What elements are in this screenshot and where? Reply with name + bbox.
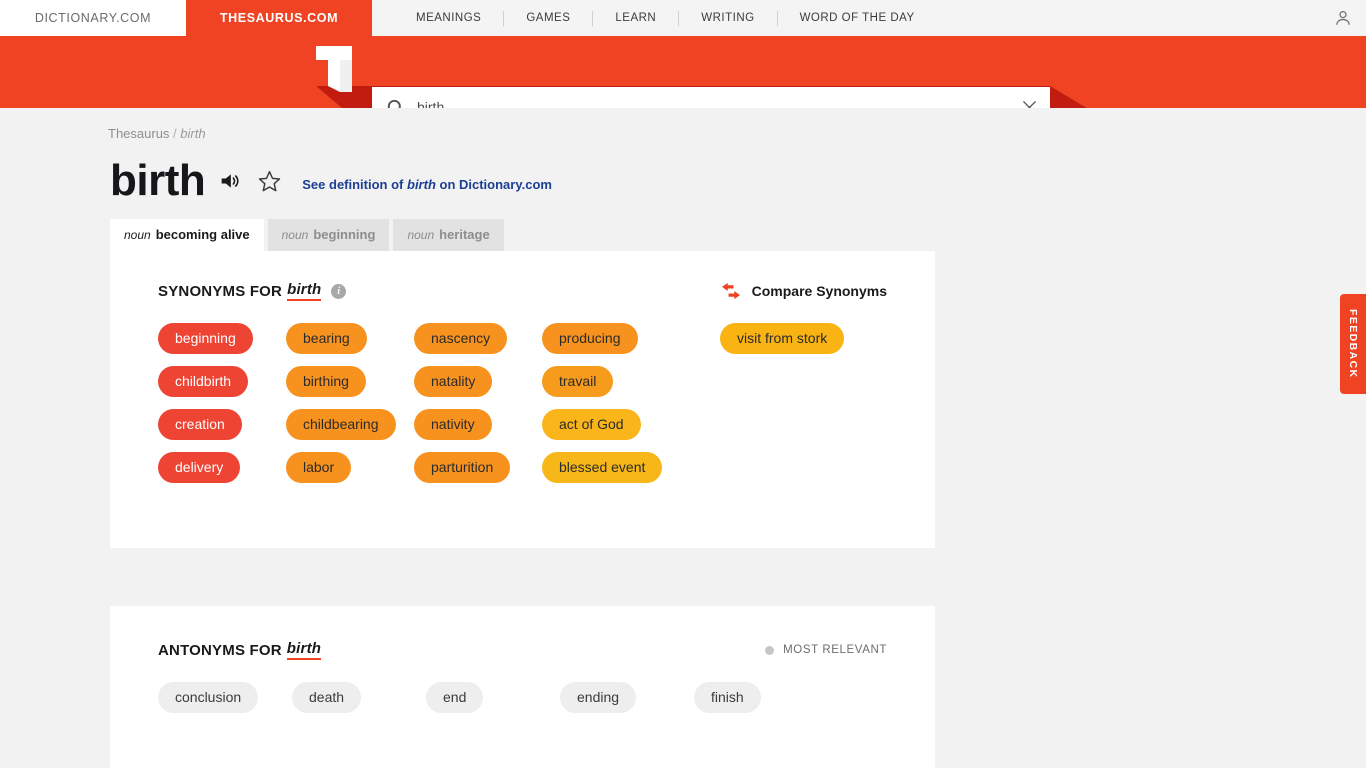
search-box[interactable] xyxy=(372,87,1050,108)
synonyms-header: SYNONYMS FOR birth i Compare Synonyms xyxy=(158,281,887,301)
most-relevant-toggle[interactable]: MOST RELEVANT xyxy=(765,644,887,656)
antonym-cell: end xyxy=(426,682,560,714)
tab-label: heritage xyxy=(439,227,490,242)
synonym-chip[interactable]: childbirth xyxy=(158,366,249,398)
info-icon[interactable]: i xyxy=(331,283,347,299)
synonyms-title: SYNONYMS FOR birth i xyxy=(158,281,347,301)
nav-link-learn[interactable]: LEARN xyxy=(593,0,678,36)
tab-pos: noun xyxy=(124,228,151,242)
synonym-chip[interactable]: travail xyxy=(542,366,614,398)
antonym-cell: finish xyxy=(694,682,828,714)
see-definition-word: birth xyxy=(407,176,436,192)
synonym-chip[interactable]: delivery xyxy=(158,452,241,484)
antonym-chip[interactable]: conclusion xyxy=(158,682,259,714)
user-account-icon[interactable] xyxy=(1320,0,1366,36)
synonym-chip[interactable]: beginning xyxy=(158,323,253,355)
compare-synonyms-button[interactable]: Compare Synonyms xyxy=(721,282,887,300)
star-icon[interactable] xyxy=(257,169,282,194)
sense-tabs: noun becoming alive noun beginning noun her… xyxy=(110,219,1366,251)
main-content: Thesaurus / birth birth See definition o… xyxy=(0,126,1366,768)
synonym-chip[interactable]: childbearing xyxy=(286,409,396,441)
antonym-chip[interactable]: end xyxy=(426,682,484,714)
breadcrumb-root[interactable]: Thesaurus xyxy=(108,126,169,141)
synonym-chip[interactable]: creation xyxy=(158,409,242,441)
antonyms-card: ANTONYMS FOR birth MOST RELEVANT conclus… xyxy=(110,606,935,768)
synonyms-title-prefix: SYNONYMS FOR xyxy=(158,282,283,300)
synonym-column-5: visit from stork xyxy=(720,323,845,483)
relevance-dot-icon xyxy=(765,645,775,655)
synonym-column-3: nascency natality nativity parturition xyxy=(414,323,542,484)
search-icon xyxy=(386,98,405,108)
synonym-chip[interactable]: nascency xyxy=(414,323,508,355)
search-input[interactable] xyxy=(417,99,1008,108)
tab-pos: noun xyxy=(407,228,435,242)
antonyms-title-word: birth xyxy=(286,640,322,660)
tab-beginning[interactable]: noun beginning xyxy=(267,219,390,251)
synonyms-title-word: birth xyxy=(287,281,322,301)
compare-arrows-icon xyxy=(721,282,741,300)
tab-pos: noun xyxy=(281,228,309,242)
synonym-chip[interactable]: labor xyxy=(286,452,352,484)
feedback-tab[interactable]: FEEDBACK xyxy=(1340,294,1366,394)
synonym-column-1: beginning childbirth creation delivery xyxy=(158,323,286,484)
speaker-icon[interactable] xyxy=(219,171,241,191)
see-definition-suffix: on Dictionary.com xyxy=(435,176,552,192)
antonyms-header: ANTONYMS FOR birth MOST RELEVANT xyxy=(158,640,887,660)
breadcrumb-separator: / xyxy=(173,126,177,141)
nav-link-games[interactable]: GAMES xyxy=(504,0,592,36)
antonym-chip[interactable]: finish xyxy=(694,682,761,714)
synonym-column-2: bearing birthing childbearing labor xyxy=(286,323,414,484)
nav-links: MEANINGS GAMES LEARN WRITING WORD OF THE… xyxy=(372,0,1320,36)
nav-link-writing[interactable]: WRITING xyxy=(679,0,776,36)
antonyms-title-prefix: ANTONYMS FOR xyxy=(158,641,282,659)
synonym-chip[interactable]: birthing xyxy=(286,366,366,398)
nav-link-word-of-the-day[interactable]: WORD OF THE DAY xyxy=(778,0,937,36)
clear-search-icon[interactable] xyxy=(1008,99,1050,108)
antonym-cell: ending xyxy=(560,682,694,714)
antonym-cell: conclusion xyxy=(158,682,292,714)
nav-link-meanings[interactable]: MEANINGS xyxy=(394,0,503,36)
see-definition-prefix: See definition of xyxy=(302,176,407,192)
most-relevant-label: MOST RELEVANT xyxy=(783,644,887,656)
synonym-chip[interactable]: nativity xyxy=(414,409,492,441)
site-tab-dictionary[interactable]: DICTIONARY.COM xyxy=(0,0,186,36)
feedback-label: FEEDBACK xyxy=(1347,309,1359,379)
synonyms-card: SYNONYMS FOR birth i Compare Synonyms be… xyxy=(110,251,935,548)
page-title: birth xyxy=(110,156,206,205)
compare-synonyms-label: Compare Synonyms xyxy=(751,283,887,299)
antonym-chip[interactable]: death xyxy=(292,682,362,714)
antonym-chip[interactable]: ending xyxy=(560,682,637,714)
synonyms-grid: beginning childbirth creation delivery b… xyxy=(158,323,887,484)
synonym-chip[interactable]: natality xyxy=(414,366,493,398)
tab-heritage[interactable]: noun heritage xyxy=(393,219,504,251)
thesaurus-logo[interactable] xyxy=(316,46,356,108)
synonym-chip[interactable]: visit from stork xyxy=(720,323,845,355)
tab-label: beginning xyxy=(313,227,376,242)
synonym-chip[interactable]: bearing xyxy=(286,323,367,355)
see-definition-link[interactable]: See definition of birth on Dictionary.co… xyxy=(302,177,552,192)
tab-becoming-alive[interactable]: noun becoming alive xyxy=(110,219,264,251)
breadcrumb-current: birth xyxy=(180,126,206,141)
breadcrumb: Thesaurus / birth xyxy=(108,126,1366,141)
synonym-chip[interactable]: parturition xyxy=(414,452,511,484)
headword-row: birth See definition of birth on Diction… xyxy=(110,159,1366,203)
antonym-cell: death xyxy=(292,682,426,714)
synonym-chip[interactable]: blessed event xyxy=(542,452,663,484)
top-navigation-bar: DICTIONARY.COM THESAURUS.COM MEANINGS GA… xyxy=(0,0,1366,36)
antonyms-row: conclusion death end ending finish xyxy=(158,682,887,714)
antonyms-title: ANTONYMS FOR birth xyxy=(158,640,322,660)
site-tab-thesaurus[interactable]: THESAURUS.COM xyxy=(186,0,372,36)
tab-label: becoming alive xyxy=(155,227,250,242)
synonym-chip[interactable]: act of God xyxy=(542,409,641,441)
synonym-column-4: producing travail act of God blessed eve… xyxy=(542,323,670,484)
search-banner xyxy=(0,36,1366,108)
synonym-chip[interactable]: producing xyxy=(542,323,638,355)
